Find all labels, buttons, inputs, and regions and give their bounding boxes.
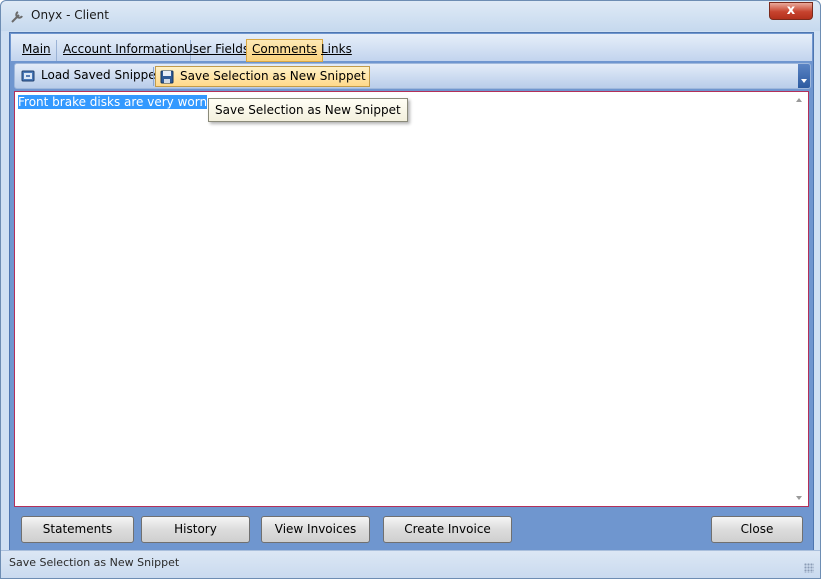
- selected-text: Front brake disks are very worn: [18, 95, 208, 109]
- client-frame: Main Account Information User Fields Com…: [9, 32, 814, 572]
- title-bar[interactable]: Onyx - Client x: [1, 1, 820, 31]
- load-saved-snippet-button[interactable]: Load Saved Snippet: [17, 66, 163, 87]
- comments-text[interactable]: Front brake disks are very worn: [18, 95, 208, 109]
- close-button[interactable]: Close: [711, 516, 803, 543]
- save-selection-snippet-button[interactable]: Save Selection as New Snippet: [155, 66, 370, 87]
- tab-account-information[interactable]: Account Information: [58, 40, 191, 61]
- window-close-button[interactable]: x: [769, 2, 813, 20]
- statements-button[interactable]: Statements: [21, 516, 134, 543]
- comments-editor[interactable]: Front brake disks are very worn: [14, 91, 809, 507]
- tab-links[interactable]: Links: [316, 40, 357, 61]
- editor-vertical-scrollbar[interactable]: [791, 92, 808, 506]
- view-invoices-button[interactable]: View Invoices: [261, 516, 370, 543]
- tooltip: Save Selection as New Snippet: [208, 98, 408, 122]
- load-snippet-icon: [21, 70, 35, 82]
- resize-grip-icon[interactable]: [804, 563, 814, 573]
- snippet-toolbar: Load Saved Snippet Save Selection as New…: [14, 63, 811, 89]
- toolbar-overflow-button[interactable]: [798, 64, 810, 88]
- scroll-down-arrow-icon[interactable]: [796, 496, 802, 500]
- tab-comments[interactable]: Comments: [246, 39, 324, 62]
- client-window: Onyx - Client x Main Account Information…: [0, 0, 821, 579]
- toolbar-separator: [153, 67, 154, 86]
- save-selection-snippet-label: Save Selection as New Snippet: [180, 69, 366, 83]
- tab-strip: Main Account Information User Fields Com…: [11, 34, 812, 62]
- load-saved-snippet-label: Load Saved Snippet: [41, 68, 161, 82]
- tab-main[interactable]: Main: [17, 40, 57, 61]
- window-title: Onyx - Client: [31, 8, 109, 22]
- scroll-up-arrow-icon[interactable]: [796, 98, 802, 102]
- tab-user-fields[interactable]: User Fields: [179, 40, 256, 61]
- floppy-disk-icon: [160, 70, 174, 84]
- create-invoice-button[interactable]: Create Invoice: [383, 516, 512, 543]
- status-bar: Save Selection as New Snippet: [1, 550, 820, 578]
- status-text: Save Selection as New Snippet: [9, 556, 180, 569]
- history-button[interactable]: History: [141, 516, 250, 543]
- wrench-icon: [11, 11, 23, 23]
